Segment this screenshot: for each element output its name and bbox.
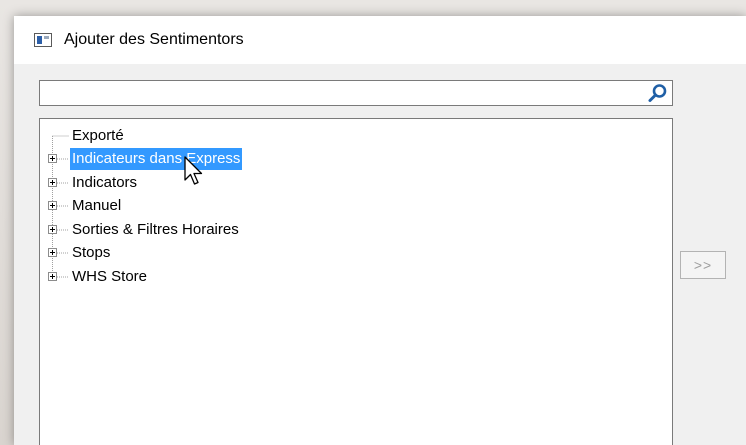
- tree-node-label[interactable]: Manuel: [70, 195, 123, 217]
- tree-node-whs-store[interactable]: WHS Store: [48, 266, 348, 288]
- tree-node-label[interactable]: Indicators: [70, 172, 139, 194]
- tree-node-label[interactable]: Stops: [70, 242, 112, 264]
- tree-node-label[interactable]: Sorties & Filtres Horaires: [70, 219, 241, 241]
- tree-node-sorties-filtres-horaires[interactable]: Sorties & Filtres Horaires: [48, 219, 348, 241]
- title-bar: Ajouter des Sentimentors: [14, 16, 746, 64]
- expand-plus-icon[interactable]: [48, 201, 57, 210]
- expand-plus-icon[interactable]: [48, 225, 57, 234]
- tree-node-stops[interactable]: Stops: [48, 242, 348, 264]
- search-input[interactable]: [42, 83, 646, 103]
- dialog-window: Ajouter des Sentimentors Exporté Indicat…: [14, 16, 746, 445]
- expand-plus-icon[interactable]: [48, 178, 57, 187]
- sentimentor-tree[interactable]: Exporté Indicateurs dans Express Indicat…: [39, 118, 673, 445]
- tree-node-exporte[interactable]: Exporté: [48, 125, 348, 147]
- tree-node-indicators[interactable]: Indicators: [48, 172, 348, 194]
- app-window-icon: [34, 33, 52, 47]
- tree-node-manuel[interactable]: Manuel: [48, 195, 348, 217]
- tree-node-label[interactable]: WHS Store: [70, 266, 149, 288]
- tree-node-label[interactable]: Indicateurs dans Express: [70, 148, 243, 170]
- expand-plus-icon[interactable]: [48, 272, 57, 281]
- search-icon[interactable]: [647, 83, 669, 103]
- expand-plus-icon[interactable]: [48, 248, 57, 257]
- window-title: Ajouter des Sentimentors: [64, 31, 244, 48]
- expand-plus-icon[interactable]: [48, 154, 57, 163]
- search-box: [39, 80, 673, 106]
- tree-node-indicateurs-dans-express[interactable]: Indicateurs dans Express: [48, 148, 348, 170]
- add-selected-button[interactable]: >>: [680, 251, 726, 279]
- tree-node-label[interactable]: Exporté: [70, 125, 126, 147]
